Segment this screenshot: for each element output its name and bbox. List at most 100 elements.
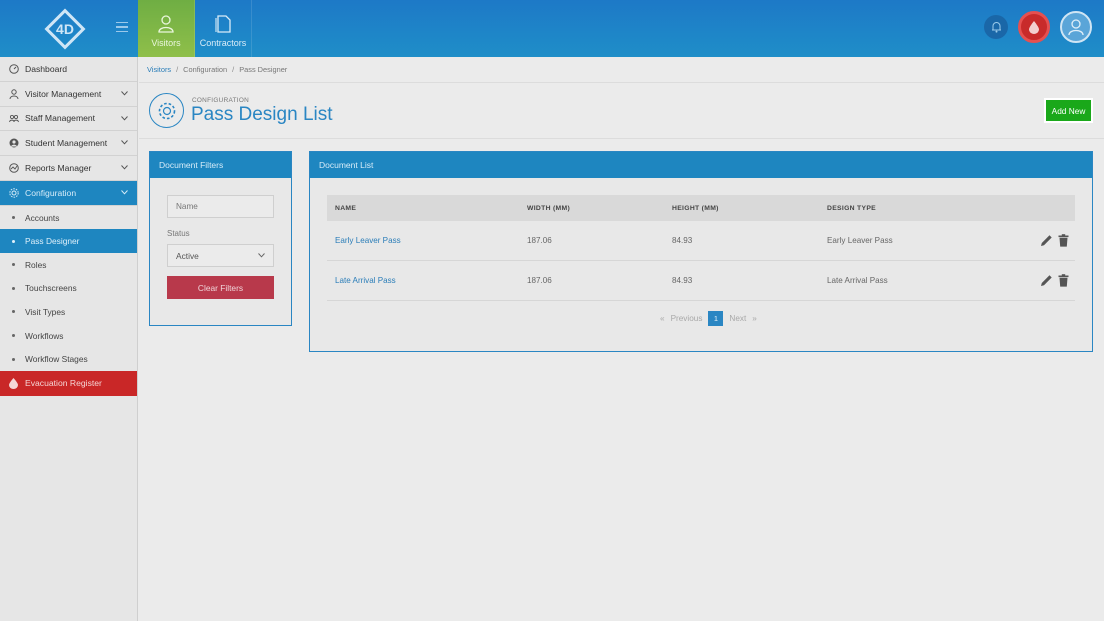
pagination: « Previous 1 Next » bbox=[660, 311, 757, 326]
menu-toggle-icon[interactable] bbox=[116, 22, 128, 34]
breadcrumb-pass-designer: Pass Designer bbox=[239, 65, 288, 74]
page-gear-icon bbox=[149, 93, 184, 128]
breadcrumb: Visitors / Configuration / Pass Designer bbox=[147, 65, 288, 74]
page-subtitle: CONFIGURATION bbox=[192, 97, 250, 104]
sidebar-subitem-label: Workflow Stages bbox=[25, 354, 88, 365]
sidebar-subitem-pass-designer[interactable]: Pass Designer bbox=[0, 229, 137, 253]
sidebar-subitem-roles[interactable]: Roles bbox=[0, 253, 137, 277]
document-filters-panel: Document Filters Name Status Active Clea… bbox=[149, 151, 292, 326]
row-name-link[interactable]: Late Arrival Pass bbox=[335, 276, 396, 285]
evacuation-drop-icon[interactable] bbox=[1018, 11, 1050, 43]
sidebar-item-label: Reports Manager bbox=[25, 163, 92, 174]
breadcrumb-configuration: Configuration bbox=[183, 65, 228, 74]
sidebar-subitem-workflow-stages[interactable]: Workflow Stages bbox=[0, 347, 137, 371]
sidebar-item-student-management[interactable]: Student Management bbox=[0, 131, 137, 157]
pager-page-1[interactable]: 1 bbox=[708, 311, 724, 326]
sidebar-item-visitor-management[interactable]: Visitor Management bbox=[0, 82, 137, 107]
bullet-icon bbox=[12, 239, 15, 243]
status-select-value: Active bbox=[176, 250, 199, 261]
sidebar-item-reports-manager[interactable]: Reports Manager bbox=[0, 156, 137, 181]
4d-logo[interactable]: 4D bbox=[44, 8, 86, 50]
bullet-icon bbox=[12, 310, 15, 314]
name-filter-input[interactable]: Name bbox=[167, 195, 274, 218]
notifications-bell-icon[interactable] bbox=[984, 15, 1008, 39]
row-design-type: Early Leaver Pass bbox=[827, 236, 893, 245]
row-width: 187.06 bbox=[527, 276, 552, 285]
sidebar-item-evacuation-register[interactable]: Evacuation Register bbox=[0, 370, 137, 396]
chevron-down-icon bbox=[121, 190, 128, 195]
sidebar-subitem-accounts[interactable]: Accounts bbox=[0, 206, 137, 230]
table-row: Late Arrival Pass 187.06 84.93 Late Arri… bbox=[327, 261, 1075, 301]
row-name-link[interactable]: Early Leaver Pass bbox=[335, 236, 401, 245]
delete-trash-icon[interactable] bbox=[1058, 274, 1069, 287]
bullet-icon bbox=[12, 286, 15, 290]
sidebar-subitem-workflows[interactable]: Workflows bbox=[0, 324, 137, 348]
group-icon bbox=[9, 113, 19, 123]
chevron-down-icon bbox=[121, 115, 128, 121]
gear-icon bbox=[9, 188, 19, 198]
sidebar-item-label: Dashboard bbox=[25, 63, 68, 74]
sidebar-item-label: Evacuation Register bbox=[25, 378, 102, 389]
sidebar: Dashboard Visitor Management Staff Manag… bbox=[0, 57, 138, 621]
sidebar-item-dashboard[interactable]: Dashboard bbox=[0, 57, 137, 82]
row-width: 187.06 bbox=[527, 236, 552, 245]
chevron-down-icon bbox=[121, 90, 128, 96]
sidebar-subitem-label: Accounts bbox=[25, 212, 60, 223]
user-avatar-icon[interactable] bbox=[1060, 11, 1092, 43]
sidebar-item-label: Configuration bbox=[25, 187, 77, 198]
person-icon bbox=[9, 88, 19, 99]
row-height: 84.93 bbox=[672, 276, 693, 285]
column-header-design-type[interactable]: DESIGN TYPE bbox=[827, 205, 1027, 212]
sidebar-subitem-touchscreens[interactable]: Touchscreens bbox=[0, 277, 137, 301]
pager-next[interactable]: Next bbox=[729, 314, 746, 323]
sidebar-subitem-label: Visit Types bbox=[25, 306, 66, 317]
status-label: Status bbox=[167, 229, 190, 238]
svg-text:4D: 4D bbox=[56, 21, 74, 37]
visitor-icon bbox=[158, 15, 174, 33]
sidebar-subitem-label: Workflows bbox=[25, 330, 64, 341]
dashboard-icon bbox=[9, 64, 19, 74]
topnav-visitors-label: Visitors bbox=[151, 38, 181, 48]
breadcrumb-visitors-link[interactable]: Visitors bbox=[147, 65, 171, 74]
sidebar-subitem-visit-types[interactable]: Visit Types bbox=[0, 300, 137, 324]
sidebar-item-label: Visitor Management bbox=[25, 88, 102, 99]
pager-previous[interactable]: Previous bbox=[671, 314, 703, 323]
sidebar-subitem-label: Touchscreens bbox=[25, 283, 77, 294]
drop-icon bbox=[9, 378, 19, 390]
pager-first[interactable]: « bbox=[660, 314, 665, 323]
pager-last[interactable]: » bbox=[752, 314, 757, 323]
topnav-visitors[interactable]: Visitors bbox=[138, 0, 195, 57]
topnav-contractors-label: Contractors bbox=[199, 38, 247, 48]
add-new-button[interactable]: Add New bbox=[1044, 98, 1093, 123]
document-filters-title: Document Filters bbox=[150, 152, 291, 178]
sidebar-item-configuration[interactable]: Configuration bbox=[0, 180, 137, 206]
document-list-panel: Document List NAME WIDTH (MM) HEIGHT (MM… bbox=[309, 151, 1093, 352]
bullet-icon bbox=[12, 263, 15, 267]
sidebar-item-label: Student Management bbox=[25, 138, 108, 149]
bullet-icon bbox=[12, 334, 15, 338]
delete-trash-icon[interactable] bbox=[1058, 234, 1069, 247]
document-icon bbox=[215, 15, 231, 33]
column-header-width[interactable]: WIDTH (MM) bbox=[527, 205, 672, 212]
row-design-type: Late Arrival Pass bbox=[827, 276, 888, 285]
student-icon bbox=[9, 138, 19, 148]
column-header-height[interactable]: HEIGHT (MM) bbox=[672, 205, 827, 212]
bullet-icon bbox=[12, 357, 15, 361]
sidebar-item-label: Staff Management bbox=[25, 113, 96, 124]
edit-pencil-icon[interactable] bbox=[1040, 234, 1053, 247]
sidebar-item-staff-management[interactable]: Staff Management bbox=[0, 107, 137, 132]
chevron-down-icon bbox=[258, 253, 265, 258]
top-nav: Visitors Contractors bbox=[138, 0, 252, 57]
topnav-contractors[interactable]: Contractors bbox=[195, 0, 252, 57]
sidebar-subitem-label: Pass Designer bbox=[25, 236, 80, 247]
table-header: NAME WIDTH (MM) HEIGHT (MM) DESIGN TYPE bbox=[327, 195, 1075, 221]
column-header-name[interactable]: NAME bbox=[327, 205, 527, 212]
chevron-down-icon bbox=[121, 140, 128, 145]
document-table: NAME WIDTH (MM) HEIGHT (MM) DESIGN TYPE … bbox=[327, 195, 1075, 301]
page-title: Pass Design List bbox=[191, 104, 333, 125]
edit-pencil-icon[interactable] bbox=[1040, 274, 1053, 287]
divider bbox=[139, 82, 1104, 83]
clear-filters-button[interactable]: Clear Filters bbox=[167, 276, 274, 299]
status-select[interactable]: Active bbox=[167, 244, 274, 267]
document-list-title: Document List bbox=[310, 152, 1092, 178]
